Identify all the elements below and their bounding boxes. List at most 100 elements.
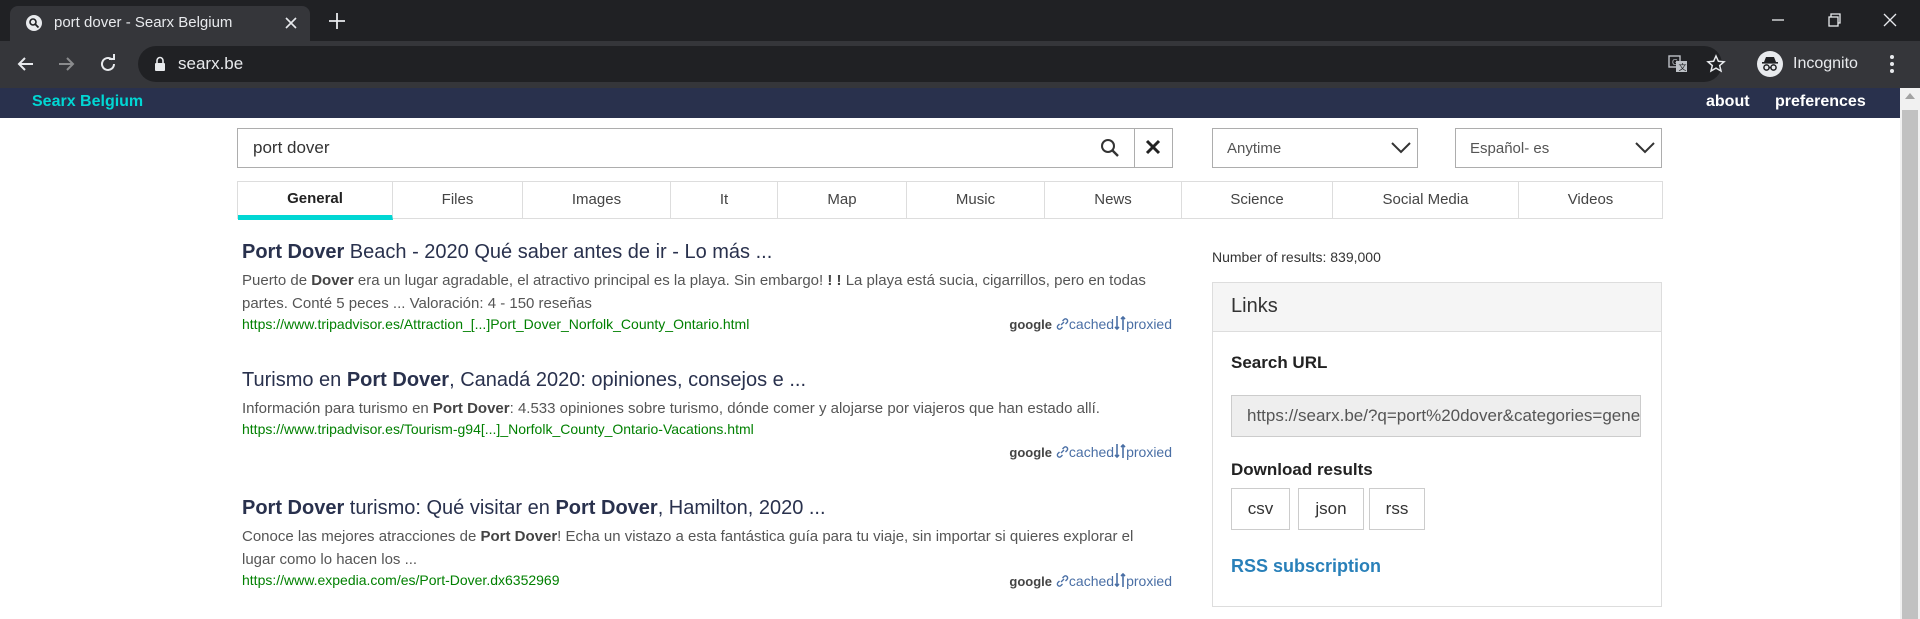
links-panel-header: Links bbox=[1213, 283, 1661, 332]
search-url-heading: Search URL bbox=[1231, 353, 1328, 372]
browser-tab[interactable]: port dover - Searx Belgium bbox=[10, 6, 310, 41]
result-item: Port Dover turismo: Qué visitar en Port … bbox=[242, 496, 1172, 589]
title-text: Beach - 2020 Qué saber antes de ir - Lo … bbox=[344, 241, 773, 263]
lock-icon[interactable] bbox=[154, 56, 166, 72]
preferences-link[interactable]: preferences bbox=[1775, 93, 1866, 111]
result-url[interactable]: https://www.tripadvisor.es/Tourism-g94[.… bbox=[242, 421, 1172, 437]
download-csv-button[interactable]: csv bbox=[1231, 488, 1290, 530]
language-value: Español- es bbox=[1470, 140, 1550, 157]
time-range-value: Anytime bbox=[1227, 140, 1282, 157]
svg-text:文: 文 bbox=[1679, 62, 1687, 72]
result-meta: google cached proxied bbox=[1009, 315, 1172, 332]
snippet-text: Puerto de bbox=[242, 272, 312, 289]
tab-title: port dover - Searx Belgium bbox=[54, 14, 233, 31]
language-select[interactable]: Español- es bbox=[1455, 128, 1662, 168]
title-highlight: Port Dover bbox=[242, 497, 345, 519]
tab-map[interactable]: Map bbox=[778, 182, 907, 218]
about-link[interactable]: about bbox=[1706, 93, 1750, 111]
title-highlight: Port Dover bbox=[555, 497, 658, 519]
sort-arrows-icon bbox=[1114, 572, 1126, 588]
number-of-results: Number of results: 839,000 bbox=[1212, 249, 1381, 265]
page-scrollbar[interactable] bbox=[1900, 88, 1920, 619]
sort-arrows-icon bbox=[1114, 315, 1126, 331]
result-title-link[interactable]: Port Dover turismo: Qué visitar en Port … bbox=[242, 496, 1172, 520]
tab-files[interactable]: Files bbox=[393, 182, 523, 218]
proxied-link[interactable]: proxied bbox=[1126, 316, 1172, 332]
restore-icon[interactable] bbox=[1822, 8, 1846, 32]
reload-icon[interactable] bbox=[96, 52, 120, 76]
chevron-down-icon bbox=[1635, 142, 1655, 154]
search-form bbox=[237, 128, 1173, 168]
rss-subscription-link[interactable]: RSS subscription bbox=[1231, 556, 1381, 577]
link-icon bbox=[1056, 446, 1069, 458]
links-title: Links bbox=[1231, 295, 1278, 317]
snippet-text: era un lugar agradable, el atractivo pri… bbox=[353, 272, 828, 289]
tab-label: Science bbox=[1230, 191, 1284, 208]
clear-search-button[interactable] bbox=[1135, 129, 1173, 167]
tab-general[interactable]: General bbox=[238, 181, 393, 220]
incognito-label: Incognito bbox=[1793, 55, 1858, 72]
close-icon[interactable] bbox=[282, 14, 300, 32]
tab-label: General bbox=[287, 190, 343, 207]
result-meta: google cached proxied bbox=[1009, 572, 1172, 589]
tab-videos[interactable]: Videos bbox=[1519, 182, 1662, 218]
scroll-thumb[interactable] bbox=[1902, 110, 1918, 619]
time-range-select[interactable]: Anytime bbox=[1212, 128, 1418, 168]
result-title-link[interactable]: Port Dover Beach - 2020 Qué saber antes … bbox=[242, 240, 1172, 264]
cached-link[interactable]: cached bbox=[1069, 316, 1114, 332]
browser-toolbar: searx.be G文 Incognito bbox=[0, 41, 1920, 88]
tab-science[interactable]: Science bbox=[1182, 182, 1333, 218]
close-window-icon[interactable] bbox=[1878, 8, 1902, 32]
snippet-highlight: Port Dover bbox=[432, 400, 510, 417]
tab-news[interactable]: News bbox=[1045, 182, 1182, 218]
snippet-text: : 4.533 opiniones sobre turismo, dónde c… bbox=[509, 400, 1100, 417]
category-tabs: General Files Images It Map Music News S… bbox=[237, 181, 1663, 220]
back-icon[interactable] bbox=[14, 52, 38, 76]
result-title-link[interactable]: Turismo en Port Dover, Canadá 2020: opin… bbox=[242, 368, 1172, 392]
snippet-text: Información para turismo en bbox=[242, 400, 433, 417]
result-item: Turismo en Port Dover, Canadá 2020: opin… bbox=[242, 368, 1172, 460]
plus-icon[interactable] bbox=[326, 10, 348, 32]
forward-icon[interactable] bbox=[54, 52, 78, 76]
snippet-highlight: Port Dover bbox=[480, 528, 558, 545]
tab-label: Files bbox=[441, 191, 474, 208]
link-icon bbox=[1056, 575, 1069, 587]
proxied-link[interactable]: proxied bbox=[1126, 444, 1172, 460]
star-icon[interactable] bbox=[1706, 54, 1726, 74]
cached-link[interactable]: cached bbox=[1069, 573, 1114, 589]
download-json-button[interactable]: json bbox=[1298, 488, 1364, 530]
result-meta: google cached proxied bbox=[1009, 443, 1172, 460]
title-highlight: Port Dover bbox=[242, 241, 345, 263]
tab-label: It bbox=[719, 191, 729, 208]
engine-label: google bbox=[1009, 445, 1053, 460]
result-snippet: Puerto de Dover era un lugar agradable, … bbox=[242, 269, 1162, 315]
download-label: rss bbox=[1385, 499, 1409, 518]
searx-navbar: Searx Belgium about preferences bbox=[0, 88, 1900, 118]
search-input[interactable] bbox=[238, 129, 1088, 167]
address-bar[interactable]: searx.be G文 bbox=[138, 46, 1726, 82]
tab-images[interactable]: Images bbox=[523, 182, 671, 218]
tab-label: Map bbox=[827, 191, 857, 208]
chevron-down-icon bbox=[1391, 142, 1411, 154]
snippet-highlight: ! ! bbox=[827, 272, 842, 289]
download-results-heading: Download results bbox=[1231, 460, 1373, 479]
tab-label: News bbox=[1094, 191, 1132, 208]
tab-music[interactable]: Music bbox=[907, 182, 1045, 218]
clear-icon bbox=[1145, 139, 1161, 155]
tab-it[interactable]: It bbox=[671, 182, 778, 218]
tab-label: Music bbox=[955, 191, 996, 208]
scroll-up-arrow-icon[interactable] bbox=[1905, 93, 1915, 99]
proxied-link[interactable]: proxied bbox=[1126, 573, 1172, 589]
cached-link[interactable]: cached bbox=[1069, 444, 1114, 460]
tab-social-media[interactable]: Social Media bbox=[1333, 182, 1519, 218]
brand-link[interactable]: Searx Belgium bbox=[32, 93, 143, 111]
search-url-field[interactable]: https://searx.be/?q=port%20dover&categor… bbox=[1231, 395, 1641, 437]
search-button[interactable] bbox=[1088, 129, 1135, 167]
minimize-icon[interactable] bbox=[1766, 8, 1790, 32]
tab-label: Images bbox=[571, 191, 622, 208]
translate-icon[interactable]: G文 bbox=[1668, 54, 1688, 74]
menu-dots-icon[interactable] bbox=[1888, 52, 1896, 76]
download-rss-button[interactable]: rss bbox=[1369, 488, 1425, 530]
links-panel: Links Search URL https://searx.be/?q=por… bbox=[1212, 282, 1662, 607]
download-label: json bbox=[1315, 499, 1347, 518]
